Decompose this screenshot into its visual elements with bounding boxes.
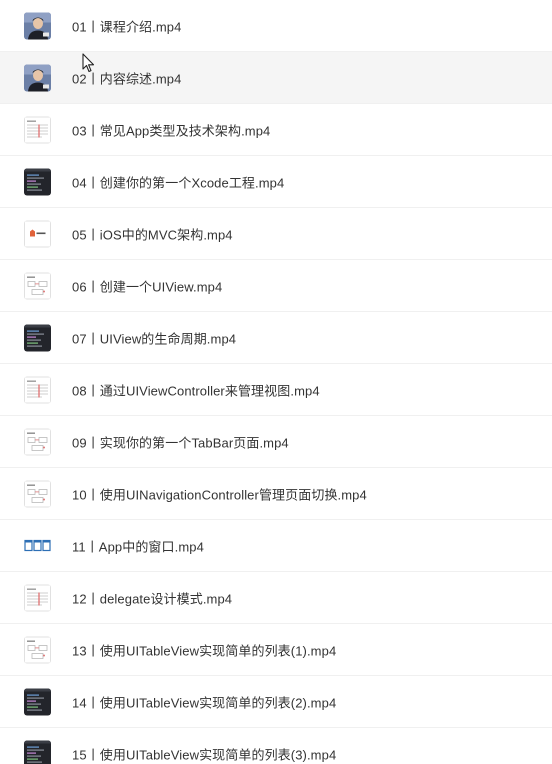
file-row[interactable]: 07丨UIView的生命周期.mp4 <box>0 312 552 364</box>
slide-diagram-thumbnail <box>24 272 51 299</box>
file-name[interactable]: 12丨delegate设计模式.mp4 <box>72 588 232 607</box>
file-row[interactable]: 02丨内容综述.mp4 <box>0 52 552 104</box>
file-name[interactable]: 15丨使用UITableView实现简单的列表(3).mp4 <box>72 744 336 763</box>
file-name[interactable]: 05丨iOS中的MVC架构.mp4 <box>72 224 233 243</box>
file-row[interactable]: 13丨使用UITableView实现简单的列表(1).mp4 <box>0 624 552 676</box>
file-row[interactable]: 01丨课程介绍.mp4 <box>0 0 552 52</box>
slide-diagram-thumbnail <box>24 428 51 455</box>
file-name[interactable]: 07丨UIView的生命周期.mp4 <box>72 328 236 347</box>
file-name[interactable]: 02丨内容综述.mp4 <box>72 68 181 87</box>
video-person-thumbnail <box>24 12 51 39</box>
file-name[interactable]: 09丨实现你的第一个TabBar页面.mp4 <box>72 432 289 451</box>
file-name[interactable]: 06丨创建一个UIView.mp4 <box>72 276 222 295</box>
slide-table-thumbnail <box>24 584 51 611</box>
file-row[interactable]: 09丨实现你的第一个TabBar页面.mp4 <box>0 416 552 468</box>
file-row[interactable]: 04丨创建你的第一个Xcode工程.mp4 <box>0 156 552 208</box>
slide-table-thumbnail <box>24 116 51 143</box>
code-editor-thumbnail <box>24 168 51 195</box>
video-person-thumbnail <box>24 64 51 91</box>
code-editor-thumbnail <box>24 740 51 764</box>
code-editor-thumbnail <box>24 688 51 715</box>
file-row[interactable]: 14丨使用UITableView实现简单的列表(2).mp4 <box>0 676 552 728</box>
file-name[interactable]: 03丨常见App类型及技术架构.mp4 <box>72 120 270 139</box>
file-name[interactable]: 08丨通过UIViewController来管理视图.mp4 <box>72 380 320 399</box>
file-row[interactable]: 12丨delegate设计模式.mp4 <box>0 572 552 624</box>
file-name[interactable]: 14丨使用UITableView实现简单的列表(2).mp4 <box>72 692 336 711</box>
file-row[interactable]: 06丨创建一个UIView.mp4 <box>0 260 552 312</box>
file-name[interactable]: 11丨App中的窗口.mp4 <box>72 536 204 555</box>
file-row[interactable]: 15丨使用UITableView实现简单的列表(3).mp4 <box>0 728 552 764</box>
file-name[interactable]: 04丨创建你的第一个Xcode工程.mp4 <box>72 172 284 191</box>
slide-diagram-thumbnail <box>24 480 51 507</box>
file-row[interactable]: 08丨通过UIViewController来管理视图.mp4 <box>0 364 552 416</box>
file-row[interactable]: 10丨使用UINavigationController管理页面切换.mp4 <box>0 468 552 520</box>
file-row[interactable]: 03丨常见App类型及技术架构.mp4 <box>0 104 552 156</box>
file-name[interactable]: 13丨使用UITableView实现简单的列表(1).mp4 <box>72 640 336 659</box>
window-diagram-thumbnail <box>24 532 51 559</box>
slide-table-thumbnail <box>24 376 51 403</box>
slide-diagram-thumbnail <box>24 636 51 663</box>
video-file-list: 01丨课程介绍.mp4 02丨内容综述.mp4 03丨常见App类型及技术架构.mp… <box>0 0 552 764</box>
logo-slide-thumbnail <box>24 220 51 247</box>
file-name[interactable]: 01丨课程介绍.mp4 <box>72 16 181 35</box>
code-editor-thumbnail <box>24 324 51 351</box>
file-row[interactable]: 05丨iOS中的MVC架构.mp4 <box>0 208 552 260</box>
file-row[interactable]: 11丨App中的窗口.mp4 <box>0 520 552 572</box>
file-name[interactable]: 10丨使用UINavigationController管理页面切换.mp4 <box>72 484 367 503</box>
